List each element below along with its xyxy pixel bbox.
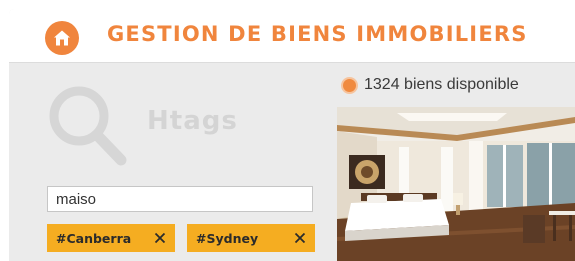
tag-label: #Canberra: [56, 230, 132, 246]
results-panel: 1324 biens disponible: [335, 64, 575, 261]
app-window: GESTION DE BIENS IMMOBILIERS Htags #Canb…: [9, 9, 575, 261]
app-header: GESTION DE BIENS IMMOBILIERS: [9, 9, 575, 63]
search-input[interactable]: [47, 186, 313, 212]
magnifier-icon: [49, 86, 127, 166]
home-icon: [54, 30, 70, 46]
tag-list: #Canberra #Sydney: [47, 224, 315, 252]
results-count: 1324 biens disponible: [364, 76, 519, 93]
app-title: GESTION DE BIENS IMMOBILIERS: [107, 22, 528, 46]
close-icon[interactable]: [153, 231, 167, 245]
close-icon[interactable]: [293, 231, 307, 245]
home-button[interactable]: [45, 21, 79, 55]
results-count-row: 1324 biens disponible: [341, 76, 519, 94]
property-photo[interactable]: [337, 107, 575, 261]
search-panel: Htags #Canberra #Sydney: [9, 64, 335, 261]
status-indicator[interactable]: [341, 76, 358, 94]
tag-label: #Sydney: [196, 230, 259, 246]
tag-chip: #Canberra: [47, 224, 175, 252]
tag-chip: #Sydney: [187, 224, 315, 252]
htags-logo-text: Htags: [147, 106, 238, 136]
